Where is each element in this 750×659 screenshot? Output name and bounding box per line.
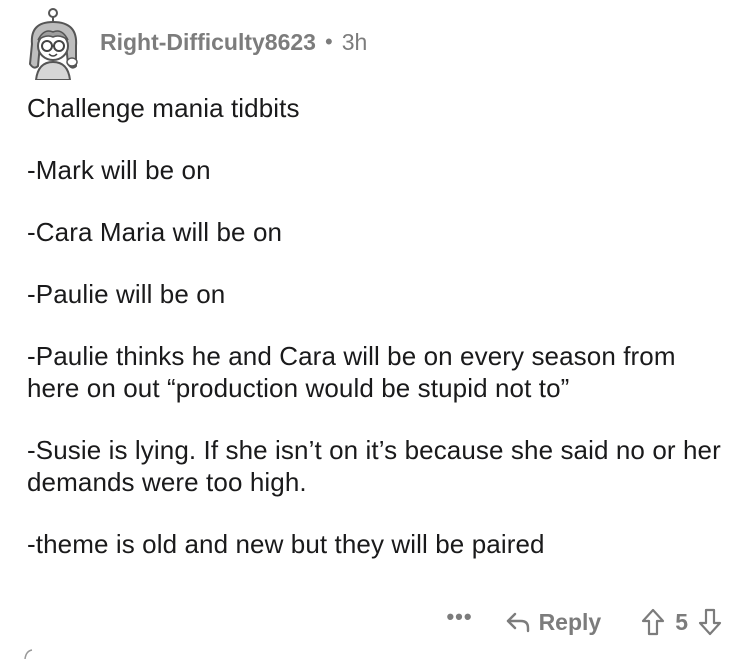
comment-header: Right-Difficulty8623 • 3h — [22, 4, 367, 80]
reply-label: Reply — [538, 608, 602, 635]
next-comment-avatar-edge — [24, 649, 33, 659]
reply-button[interactable]: Reply — [505, 608, 602, 636]
comment-paragraph: -Paulie will be on — [27, 279, 226, 309]
comment-body: Challenge mania tidbits -Mark will be on… — [27, 92, 727, 590]
comment-actions: ••• Reply 5 — [446, 602, 722, 642]
downvote-icon[interactable] — [698, 608, 722, 636]
username-link[interactable]: Right-Difficulty8623 — [100, 29, 316, 56]
timestamp[interactable]: 3h — [342, 29, 368, 56]
cartoon-avatar-icon[interactable] — [22, 4, 88, 80]
comment-paragraph: Challenge mania tidbits — [27, 93, 300, 123]
meta-separator: • — [324, 29, 333, 54]
comment-paragraph: -Cara Maria will be on — [27, 217, 283, 247]
comment-paragraph: -Mark will be on — [27, 155, 211, 185]
more-icon[interactable]: ••• — [446, 604, 472, 640]
upvote-icon[interactable] — [641, 608, 665, 636]
comment-paragraph: -theme is old and new but they will be p… — [27, 529, 545, 559]
comment-paragraph: -Paulie thinks he and Cara will be on ev… — [27, 341, 676, 403]
vote-score: 5 — [675, 608, 688, 635]
reply-arrow-icon — [506, 612, 529, 633]
comment-paragraph: -Susie is lying. If she isn’t on it’s be… — [27, 435, 721, 497]
